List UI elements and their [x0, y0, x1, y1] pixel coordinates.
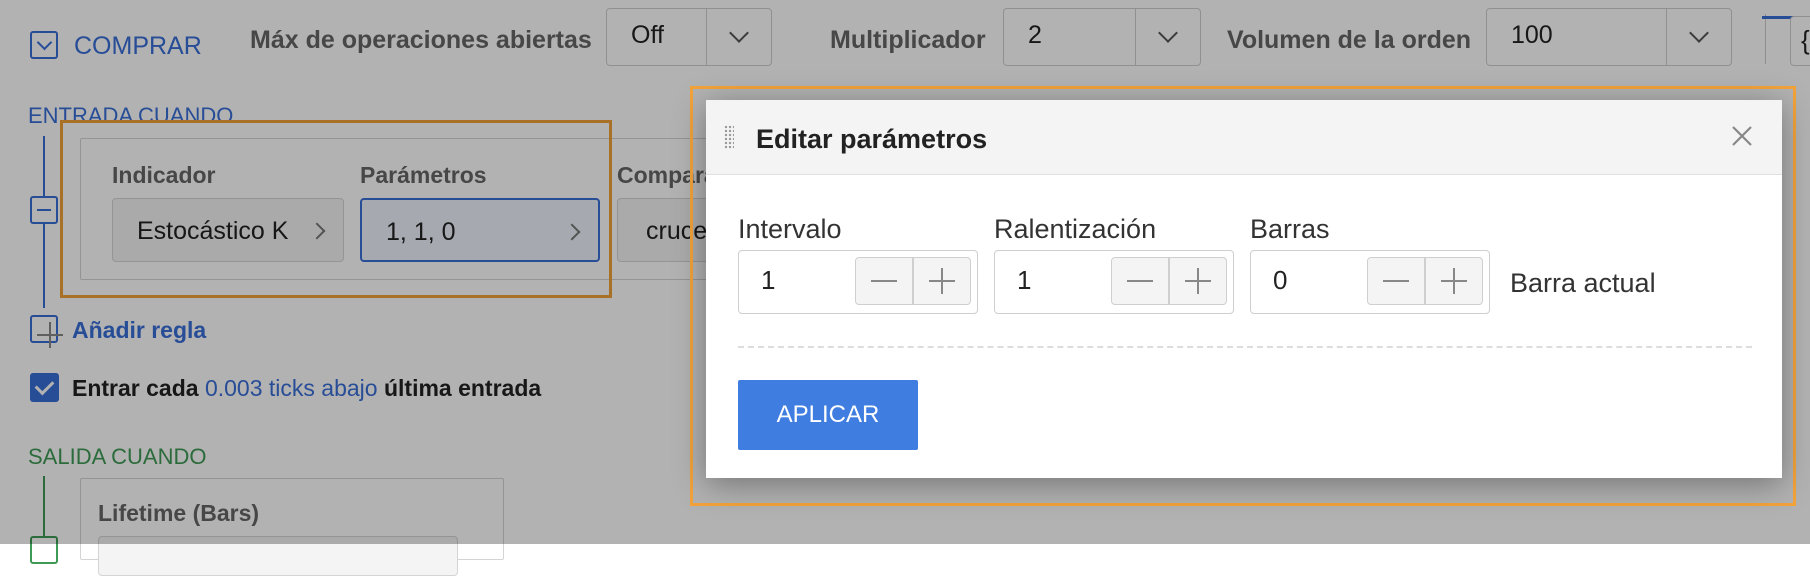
- minus-icon: [871, 280, 897, 282]
- bars-stepper[interactable]: 0: [1250, 250, 1490, 314]
- bars-increment-button[interactable]: [1425, 257, 1483, 305]
- interval-increment-button[interactable]: [913, 257, 971, 305]
- edit-params-modal: Editar parámetros Intervalo 1 Ralentizac…: [706, 100, 1782, 478]
- slowdown-value[interactable]: 1: [1017, 265, 1031, 296]
- interval-stepper[interactable]: 1: [738, 250, 978, 314]
- apply-button[interactable]: APLICAR: [738, 380, 918, 450]
- close-icon[interactable]: [1728, 122, 1756, 150]
- modal-header: Editar parámetros: [706, 100, 1782, 175]
- modal-title: Editar parámetros: [756, 124, 988, 154]
- slowdown-increment-button[interactable]: [1169, 257, 1227, 305]
- bars-label: Barras: [1250, 214, 1330, 244]
- minus-icon: [1383, 280, 1409, 282]
- drag-handle-icon[interactable]: [724, 125, 734, 149]
- plus-icon: [1185, 268, 1211, 294]
- strategy-editor: COMPRAR Máx de operaciones abiertas Off …: [0, 0, 1810, 576]
- current-bar-note: Barra actual: [1510, 268, 1656, 298]
- slowdown-label: Ralentización: [994, 214, 1157, 244]
- minus-icon: [1127, 280, 1153, 282]
- bars-decrement-button[interactable]: [1367, 257, 1425, 305]
- interval-decrement-button[interactable]: [855, 257, 913, 305]
- plus-icon: [929, 268, 955, 294]
- interval-label: Intervalo: [738, 214, 842, 244]
- interval-value[interactable]: 1: [761, 265, 775, 296]
- slowdown-stepper[interactable]: 1: [994, 250, 1234, 314]
- slowdown-decrement-button[interactable]: [1111, 257, 1169, 305]
- plus-icon: [1441, 268, 1467, 294]
- bars-value[interactable]: 0: [1273, 265, 1287, 296]
- modal-divider: [738, 346, 1752, 348]
